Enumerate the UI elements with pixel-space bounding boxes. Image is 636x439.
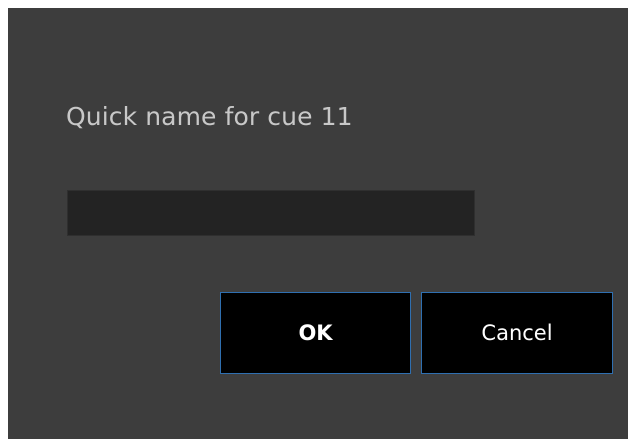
quick-name-dialog: Quick name for cue 11 OK Cancel: [8, 8, 628, 439]
cancel-button[interactable]: Cancel: [421, 292, 613, 374]
cue-name-input[interactable]: [67, 190, 475, 236]
ok-button[interactable]: OK: [220, 292, 411, 374]
dialog-prompt: Quick name for cue 11: [66, 102, 353, 131]
